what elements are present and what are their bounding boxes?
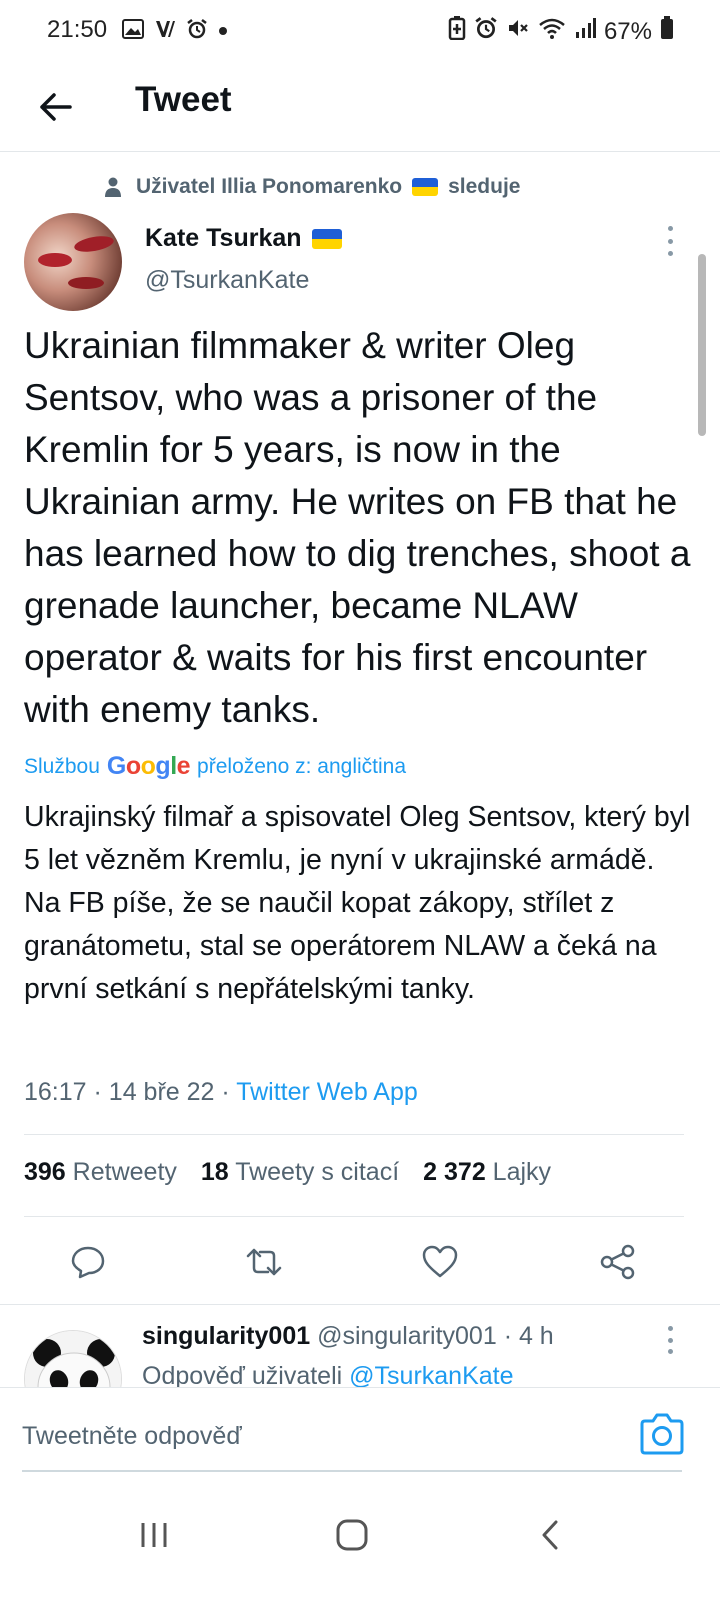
- camera-icon: [640, 1413, 684, 1455]
- ukraine-flag-icon: [412, 178, 439, 196]
- system-nav-bar: [0, 1483, 720, 1600]
- scrollbar[interactable]: [698, 254, 706, 436]
- likes-count: 2 372: [423, 1158, 486, 1186]
- battery-saver-icon: [448, 16, 466, 47]
- heart-icon: [422, 1245, 458, 1278]
- reply-age: · 4 h: [503, 1322, 554, 1350]
- dot-icon: [218, 23, 228, 41]
- alarm-icon: [474, 16, 498, 47]
- person-icon: [105, 177, 121, 197]
- reply-to-prefix: Odpověď uživateli: [142, 1362, 343, 1390]
- mute-icon: [506, 16, 530, 47]
- tweet-meta: 16:17 · 14 bře 22 · Twitter Web App: [24, 1078, 418, 1106]
- page-title: Tweet: [135, 80, 232, 119]
- reply-icon: [71, 1246, 105, 1279]
- status-time: 21:50: [47, 16, 108, 43]
- follow-context: Uživatel Illia Ponomarenko sleduje: [104, 175, 520, 199]
- likes-label: Lajky: [492, 1158, 552, 1186]
- wifi-icon: [538, 16, 566, 47]
- signal-icon: [574, 16, 596, 47]
- status-bar: 21:50 67%: [0, 0, 720, 62]
- divider: [24, 1216, 684, 1217]
- reply-author-handle: @singularity001: [317, 1322, 497, 1350]
- reply-input[interactable]: [22, 1414, 622, 1458]
- share-icon: [600, 1244, 635, 1280]
- alarm-icon: [186, 18, 208, 45]
- quotes-label: Tweety s citací: [235, 1158, 400, 1186]
- recent-apps-button[interactable]: [124, 1505, 184, 1565]
- camera-button[interactable]: [638, 1412, 686, 1456]
- reply-more-options-button[interactable]: [660, 1326, 680, 1354]
- tweet-date: 14 bře 22: [108, 1078, 215, 1106]
- quotes-count: 18: [200, 1158, 229, 1186]
- recent-apps-icon: [141, 1523, 167, 1547]
- translation-suffix: přeloženo z: angličtina: [197, 754, 407, 778]
- home-button[interactable]: [322, 1505, 382, 1565]
- tweet-stats: 396 Retweety 18 Tweety s citací 2 372 La…: [24, 1158, 551, 1187]
- author-name-row[interactable]: Kate Tsurkan: [145, 224, 342, 253]
- retweets-count: 396: [24, 1158, 66, 1186]
- reply-author-line[interactable]: singularity001 @singularity001 · 4 h: [142, 1322, 554, 1351]
- author-handle[interactable]: @TsurkanKate: [145, 266, 309, 295]
- reply-to-mention[interactable]: @TsurkanKate: [349, 1362, 513, 1390]
- reply-compose-bar: [0, 1387, 720, 1483]
- battery-percent: 67%: [603, 17, 652, 45]
- tweet-actions: [0, 1230, 720, 1294]
- follow-context-prefix[interactable]: Uživatel Illia Ponomarenko: [136, 175, 402, 199]
- gallery-icon: [122, 19, 144, 44]
- author-avatar[interactable]: [24, 213, 122, 311]
- system-back-button[interactable]: [520, 1505, 580, 1565]
- tweet-text: Ukrainian filmmaker & writer Oleg Sentso…: [24, 325, 691, 730]
- arrow-left-icon: [40, 93, 72, 121]
- top-app-bar: Tweet: [0, 62, 720, 152]
- retweets-label: Retweety: [72, 1158, 177, 1186]
- like-button[interactable]: [418, 1240, 462, 1284]
- v-icon: [154, 18, 176, 45]
- retweet-button[interactable]: [242, 1240, 286, 1284]
- translation-attribution: Službou Google přeloženo z: angličtina: [24, 752, 406, 781]
- tweet-time: 16:17: [24, 1078, 87, 1106]
- tweet-source-link[interactable]: Twitter Web App: [236, 1078, 418, 1106]
- retweets-stat[interactable]: 396 Retweety: [24, 1158, 177, 1187]
- chevron-left-icon: [542, 1520, 558, 1550]
- share-button[interactable]: [596, 1240, 640, 1284]
- google-logo: Google: [106, 752, 191, 780]
- more-options-button[interactable]: [660, 226, 680, 256]
- translated-text: Ukrajinský filmař a spisovatel Oleg Sent…: [24, 801, 691, 1005]
- likes-stat[interactable]: 2 372 Lajky: [423, 1158, 551, 1187]
- ukraine-flag-icon: [311, 228, 342, 249]
- section-divider: [0, 1304, 720, 1305]
- translation-prefix: Službou: [24, 754, 100, 778]
- reply-button[interactable]: [66, 1240, 110, 1284]
- retweet-icon: [246, 1248, 282, 1276]
- author-name[interactable]: Kate Tsurkan: [145, 224, 302, 253]
- battery-icon: [660, 16, 674, 47]
- reply-author-name[interactable]: singularity001: [142, 1322, 310, 1350]
- quotes-stat[interactable]: 18 Tweety s citací: [201, 1158, 399, 1187]
- compose-underline: [22, 1470, 682, 1472]
- home-icon: [336, 1519, 368, 1551]
- status-left-icons: [122, 18, 228, 45]
- back-button[interactable]: [30, 82, 80, 132]
- divider: [24, 1134, 684, 1135]
- status-right-icons: 67%: [448, 16, 674, 47]
- follow-context-suffix: sleduje: [448, 175, 521, 198]
